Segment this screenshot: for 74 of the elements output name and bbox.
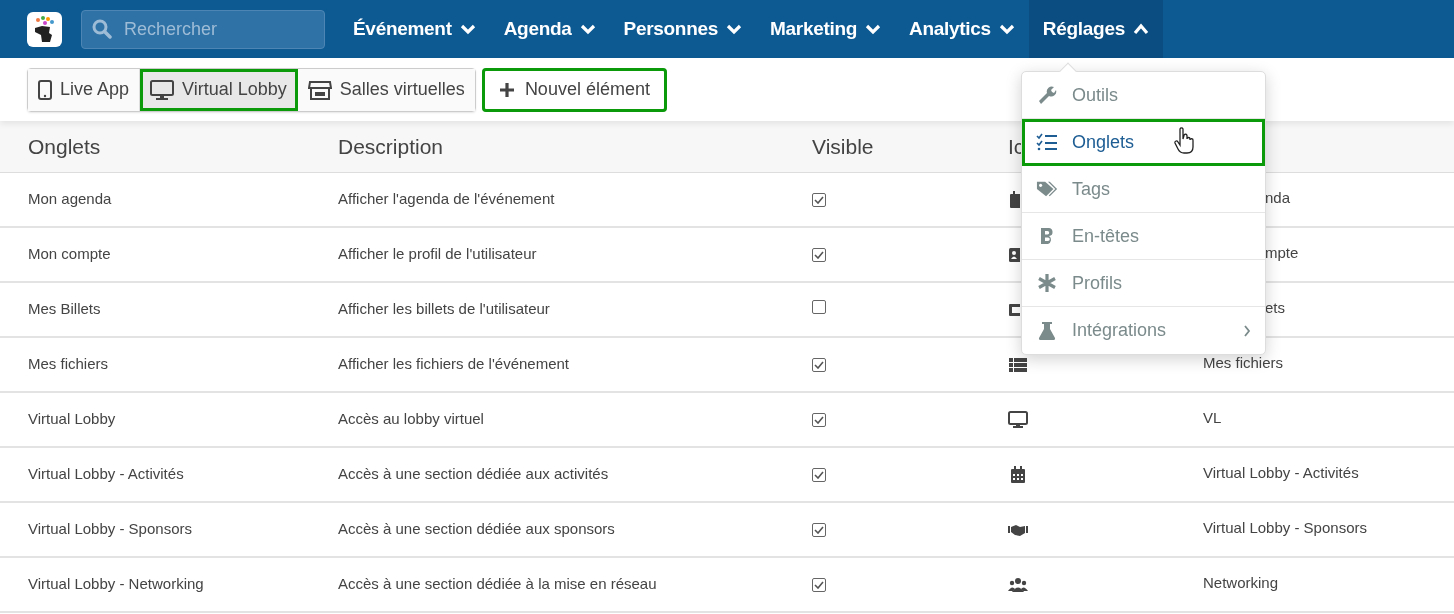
caret-icon: [865, 23, 882, 35]
checkbox[interactable]: [812, 523, 826, 538]
table-cell: Accès au lobby virtuel: [338, 410, 484, 428]
bold-icon: [1039, 226, 1055, 246]
table-cell: Mes fichiers: [1203, 354, 1284, 371]
menu-item[interactable]: Intégrations: [1022, 307, 1265, 354]
caret-icon: [459, 23, 476, 35]
table-cell: Accès à une section dédiée à la mise en réseau: [338, 575, 657, 593]
table-cell: Accès à une section dédiée aux activités: [338, 465, 609, 483]
view-button[interactable]: Virtual Lobby: [140, 68, 298, 111]
table-cell: Afficher l'agenda de l'événement: [338, 190, 555, 207]
caret-icon: [998, 23, 1015, 35]
monitor-icon: [1008, 410, 1028, 431]
table-cell: Virtual Lobby - Sponsors: [1203, 519, 1367, 536]
caret-icon: [1132, 23, 1149, 35]
flask-icon: [1038, 320, 1056, 341]
plus-icon: [498, 81, 515, 98]
table-cell: Mon compte: [28, 245, 111, 263]
checkbox[interactable]: [812, 358, 826, 373]
checkbox[interactable]: [812, 193, 826, 207]
table-cell: Virtual Lobby - Activités: [1203, 464, 1359, 481]
nav-menu[interactable]: Agenda: [489, 0, 610, 58]
store-icon: [307, 79, 332, 100]
hand-cursor-icon: [1174, 127, 1196, 155]
nav-menu[interactable]: Marketing: [756, 0, 896, 58]
table-cell: Afficher le profil de l'utilisateur: [338, 245, 537, 263]
asterisk-icon: [1037, 273, 1057, 293]
table-cell: Afficher les fichiers de l'événement: [338, 355, 570, 373]
table-cell: Afficher les billets de l'utilisateur: [338, 300, 550, 318]
table-cell: Mes fichiers: [28, 355, 109, 373]
table-cell: VL: [1203, 409, 1222, 426]
table-cell: Virtual Lobby - Sponsors: [28, 520, 192, 538]
table-cell: Virtual Lobby - Networking: [28, 575, 204, 593]
menu-item[interactable]: En-têtes: [1022, 213, 1265, 260]
checkbox[interactable]: [812, 300, 826, 315]
search-field[interactable]: Rechercher: [81, 9, 325, 49]
checkbox[interactable]: [812, 248, 826, 263]
nav-menu[interactable]: Analytics: [895, 0, 1029, 58]
menu-item[interactable]: Tags: [1022, 166, 1265, 213]
search-icon: [92, 19, 112, 39]
table-cell: Accès à une section dédiée aux sponsors: [338, 520, 615, 538]
checkbox[interactable]: [812, 578, 826, 593]
search-input: Rechercher: [122, 14, 312, 44]
column-header: Onglets: [28, 134, 101, 158]
nav-menu[interactable]: Réglages: [1028, 0, 1163, 58]
caret-icon: [579, 23, 596, 35]
column-header: Visible: [812, 134, 874, 158]
menu-item[interactable]: Profils: [1022, 260, 1265, 307]
table-cell: Mon agenda: [28, 190, 112, 207]
app-logo[interactable]: [27, 11, 62, 47]
table-cell: Mes Billets: [28, 300, 101, 318]
checkbox[interactable]: [812, 468, 826, 483]
table-cell: ets: [1265, 299, 1285, 316]
tags-icon: [1036, 179, 1058, 199]
table-cell: Virtual Lobby: [28, 410, 116, 428]
view-button[interactable]: Live App: [28, 68, 141, 111]
nav-menu[interactable]: Événement: [339, 0, 490, 58]
nav-menu[interactable]: Personnes: [609, 0, 756, 58]
menu-item[interactable]: Onglets: [1022, 119, 1265, 166]
checkbox[interactable]: [812, 413, 826, 428]
table-cell: nda: [1265, 188, 1291, 206]
menu-item[interactable]: Outils: [1022, 72, 1265, 119]
monitor-icon: [150, 79, 175, 100]
column-header: Description: [338, 134, 444, 158]
checklist-icon: [1036, 133, 1058, 151]
table-cell: Networking: [1203, 574, 1279, 591]
new-item-button[interactable]: Nouvel élément: [481, 67, 667, 112]
calendar-icon: [1008, 465, 1028, 486]
view-button[interactable]: Salles virtuelles: [297, 68, 475, 111]
table-cell: Virtual Lobby - Activités: [28, 465, 184, 483]
wrench-icon: [1037, 85, 1057, 105]
caret-icon: [726, 23, 742, 35]
table-cell: mpte: [1265, 244, 1299, 261]
phone-icon: [38, 79, 52, 100]
